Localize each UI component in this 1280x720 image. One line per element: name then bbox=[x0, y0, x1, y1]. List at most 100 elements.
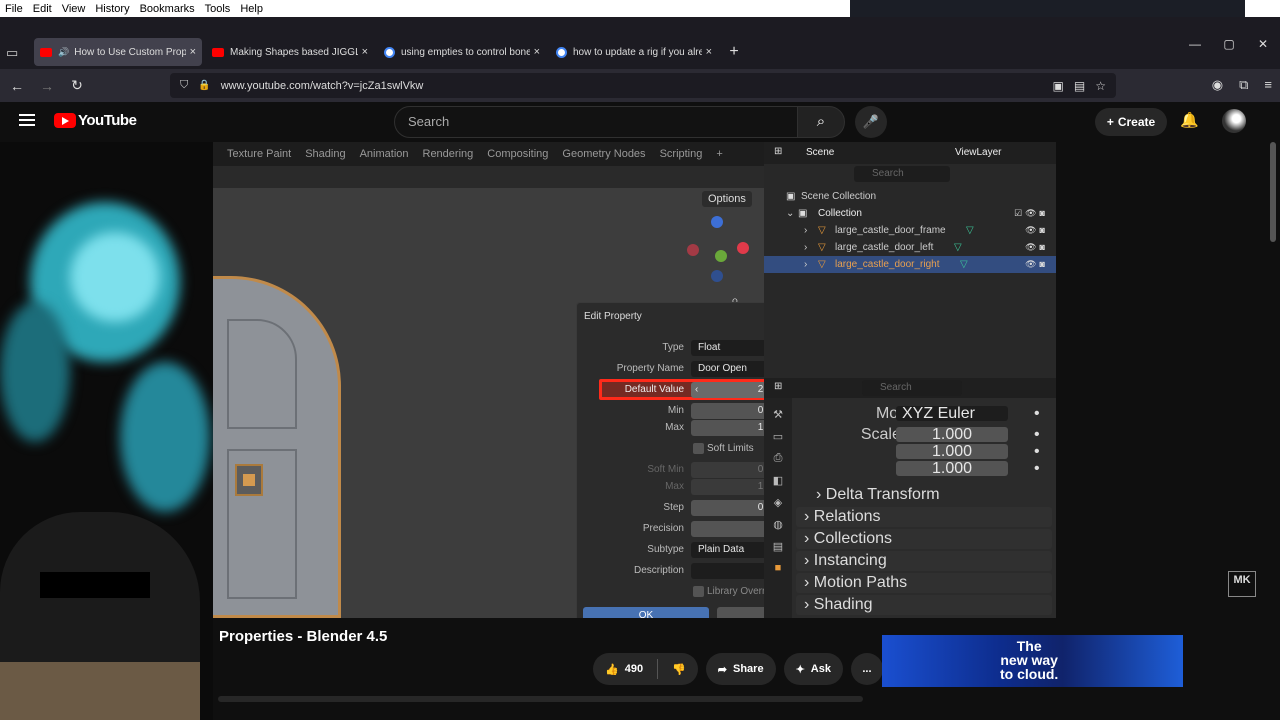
modifier-icon: ▽ bbox=[960, 259, 968, 270]
motion-paths-panel: › Motion Paths bbox=[796, 573, 1052, 593]
mesh-object-icon: ▽ bbox=[818, 242, 826, 253]
tab-0[interactable]: 🔊 How to Use Custom Proper × bbox=[34, 38, 202, 66]
voice-search-button[interactable]: 🎤 bbox=[855, 106, 887, 138]
library-overridable-checkbox bbox=[693, 586, 704, 597]
panel-label: Instancing bbox=[813, 552, 887, 569]
collection-icon: ▣ bbox=[798, 208, 808, 219]
picture-icon[interactable]: ▣ bbox=[1053, 79, 1064, 93]
forward-icon[interactable]: → bbox=[34, 78, 60, 94]
ask-button[interactable]: ✦ Ask bbox=[783, 653, 843, 685]
chevron-right-icon: › bbox=[804, 552, 814, 569]
workspace-tab: Animation bbox=[359, 148, 409, 160]
keyframe-dot-icon: • bbox=[1034, 443, 1040, 460]
window-controls: — ▢ ✕ bbox=[1178, 37, 1280, 51]
lock-icon[interactable]: 🔒 bbox=[198, 80, 210, 91]
speaker-icon[interactable]: 🔊 bbox=[58, 47, 69, 58]
workspace-tab: Compositing bbox=[487, 148, 549, 160]
collections-panel: › Collections bbox=[796, 529, 1052, 549]
bookmark-star-icon[interactable]: ☆ bbox=[1095, 79, 1106, 93]
url-text[interactable]: www.youtube.com/watch?v=jcZa1swlVkw bbox=[221, 80, 424, 92]
collection-icon: ▣ bbox=[786, 191, 796, 202]
search-input[interactable]: Search bbox=[394, 106, 798, 138]
tab-list-icon[interactable]: ▭ bbox=[6, 45, 22, 60]
video-title: Properties - Blender 4.5 bbox=[219, 628, 388, 645]
mesh-object-icon: ▽ bbox=[818, 225, 826, 236]
close-window-icon[interactable]: ✕ bbox=[1246, 37, 1280, 51]
workspace-tab: Scripting bbox=[659, 148, 703, 160]
maximize-icon[interactable]: ▢ bbox=[1212, 37, 1246, 51]
tab-1[interactable]: Making Shapes based JIGGLE C × bbox=[206, 38, 374, 66]
browser-navbar: ← → ↻ ⛉ 🔒 www.youtube.com/watch?v=jcZa1s… bbox=[0, 69, 1280, 102]
blender-outliner: ⊞ Scene ViewLayer Search ▣ Scene Collect… bbox=[764, 142, 1056, 378]
tab-3[interactable]: how to update a rig if you alrea × bbox=[550, 38, 718, 66]
reader-icon[interactable]: ▤ bbox=[1074, 79, 1085, 93]
soft-limits-label: Soft Limits bbox=[707, 443, 754, 454]
youtube-wordmark: YouTube bbox=[78, 112, 137, 129]
precision-label: Precision bbox=[642, 523, 684, 534]
more-actions-button[interactable]: ... bbox=[850, 653, 883, 685]
presenter-silhouette bbox=[0, 512, 200, 720]
visibility-icons: 👁◙ bbox=[1025, 259, 1048, 269]
chevron-down-icon: ⌄ bbox=[786, 208, 795, 219]
relations-panel: › Relations bbox=[796, 507, 1052, 527]
create-button[interactable]: + Create bbox=[1095, 108, 1167, 136]
properties-tabs: ⚒ ▭ ⎙ ◧ ◈ ◍ ▤ ■ bbox=[764, 398, 792, 618]
menu-edit[interactable]: Edit bbox=[28, 3, 57, 15]
castle-door-model bbox=[213, 276, 341, 618]
new-tab-button[interactable]: + bbox=[722, 43, 746, 61]
presenter-face bbox=[40, 572, 150, 598]
modifier-icon: ▽ bbox=[966, 225, 974, 236]
shading-panel: › Shading bbox=[796, 595, 1052, 615]
notifications-bell-icon[interactable]: 🔔 bbox=[1180, 111, 1199, 129]
youtube-logo[interactable]: YouTube bbox=[54, 112, 137, 129]
close-tab-icon[interactable]: × bbox=[190, 46, 196, 58]
like-count[interactable]: 490 bbox=[625, 663, 643, 675]
door-panel bbox=[227, 319, 297, 429]
chevron-right-icon: › bbox=[804, 225, 808, 236]
reload-icon[interactable]: ↻ bbox=[64, 77, 90, 94]
avatar[interactable] bbox=[1222, 109, 1246, 133]
menu-history[interactable]: History bbox=[90, 3, 134, 15]
hamburger-menu-icon[interactable] bbox=[19, 114, 35, 126]
share-button[interactable]: ➦ Share bbox=[705, 653, 776, 685]
extensions-icon[interactable]: ⧉ bbox=[1239, 77, 1248, 93]
y-axis-icon bbox=[715, 250, 727, 262]
menu-icon[interactable]: ≡ bbox=[1264, 77, 1272, 93]
visibility-icons: 👁◙ bbox=[1025, 242, 1048, 252]
menu-file[interactable]: File bbox=[0, 3, 28, 15]
default-value-label: Default Value bbox=[624, 384, 684, 395]
shield-icon[interactable]: ⛉ bbox=[180, 79, 188, 92]
ad-banner[interactable]: The new way to cloud. bbox=[882, 635, 1183, 687]
panel-label: Shading bbox=[813, 596, 873, 613]
ask-label: Ask bbox=[810, 663, 831, 675]
close-tab-icon[interactable]: × bbox=[534, 46, 540, 58]
flame-effect bbox=[70, 232, 160, 322]
account-icon[interactable]: ◉ bbox=[1212, 77, 1223, 93]
minimize-icon[interactable]: — bbox=[1178, 37, 1212, 51]
like-icon[interactable]: 👍 bbox=[605, 663, 619, 676]
outliner-header: ⊞ Scene ViewLayer bbox=[764, 142, 1056, 164]
scene-collection-label: Scene Collection bbox=[801, 191, 877, 202]
share-label: Share bbox=[732, 663, 764, 675]
menu-view[interactable]: View bbox=[57, 3, 91, 15]
close-tab-icon[interactable]: × bbox=[706, 46, 712, 58]
outliner-row: ⌄ ▣ Collection ☑👁◙ bbox=[764, 205, 1056, 222]
page-scrollbar[interactable] bbox=[1270, 142, 1276, 242]
render-icon: ▭ bbox=[772, 431, 784, 443]
editor-type-icon: ⊞ bbox=[774, 381, 783, 392]
search-button[interactable]: ⌕ bbox=[797, 106, 845, 138]
back-icon[interactable]: ← bbox=[4, 78, 30, 94]
scale-z-row: Z 1.000 • bbox=[794, 461, 1056, 477]
menu-help[interactable]: Help bbox=[235, 3, 268, 15]
menu-tools[interactable]: Tools bbox=[200, 3, 236, 15]
blender-viewport: Options ⌕ ✋ ⎔ ▦ Edit Property Type Float… bbox=[213, 166, 861, 618]
address-bar[interactable]: ⛉ 🔒 www.youtube.com/watch?v=jcZa1swlVkw … bbox=[170, 73, 1116, 98]
editor-type-icon: ⊞ bbox=[774, 146, 783, 157]
tab-2[interactable]: using empties to control bones × bbox=[378, 38, 546, 66]
menu-bookmarks[interactable]: Bookmarks bbox=[135, 3, 200, 15]
dislike-icon[interactable]: 👎 bbox=[672, 663, 686, 676]
description-bar[interactable] bbox=[218, 696, 863, 702]
properties-header: ⊞ Search bbox=[764, 378, 1056, 398]
outliner-row-selected: › ▽ large_castle_door_right ▽ 👁◙ bbox=[764, 256, 1056, 273]
close-tab-icon[interactable]: × bbox=[362, 46, 368, 58]
